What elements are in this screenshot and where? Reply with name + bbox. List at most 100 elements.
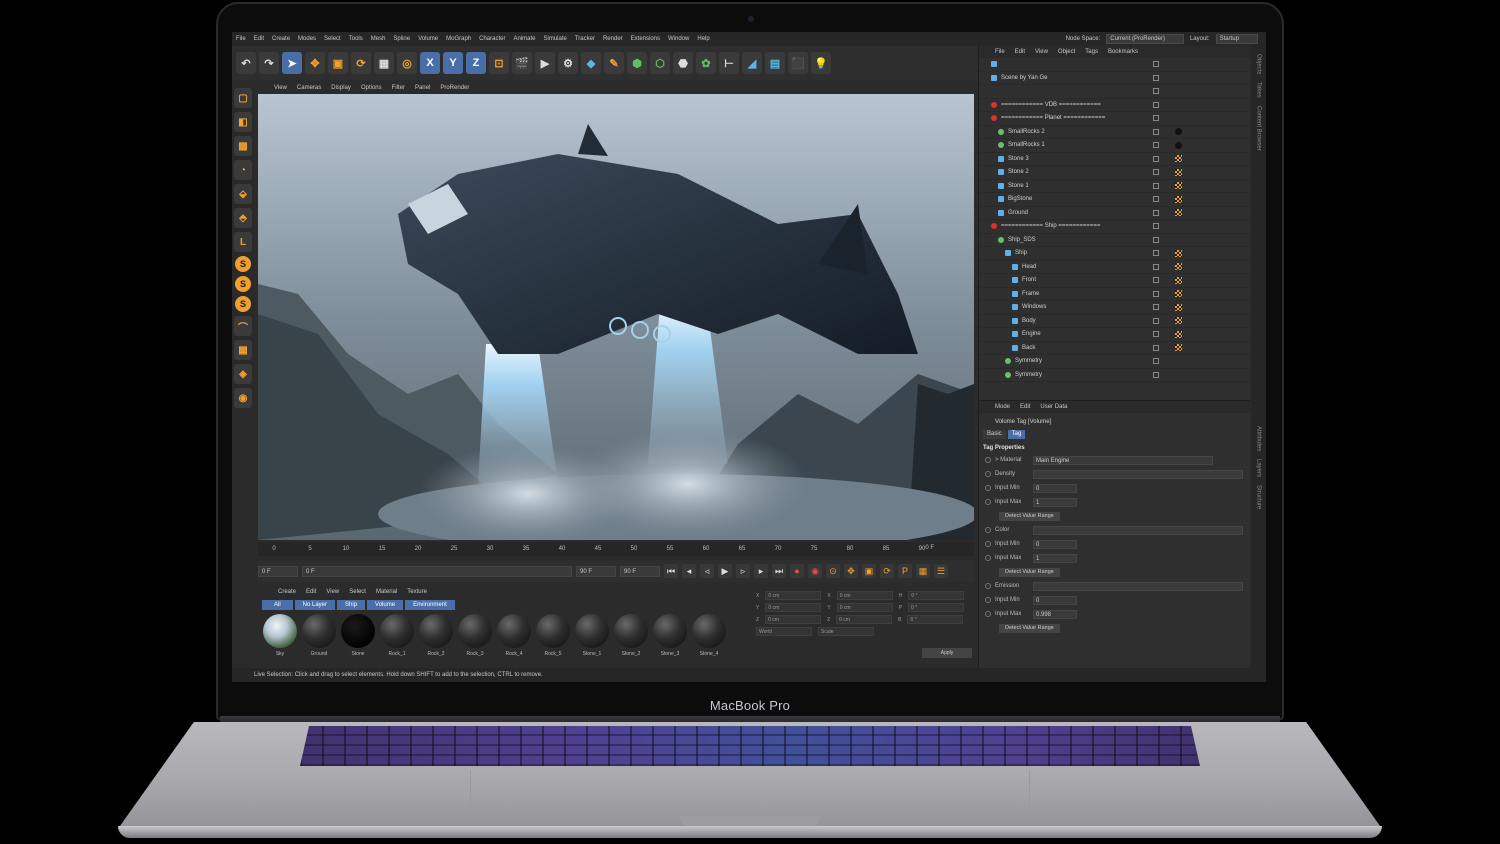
visibility-check-icon[interactable] [1153, 290, 1159, 297]
material-item[interactable]: Rock_5 [535, 614, 571, 657]
viewport-menu-options[interactable]: Options [361, 85, 382, 91]
rotate-icon[interactable]: ⟳ [351, 52, 371, 74]
material-tag-icon[interactable] [1175, 290, 1182, 298]
cloner-icon[interactable]: ⬣ [673, 52, 693, 74]
quantize-icon[interactable]: S [235, 296, 251, 312]
group-gradient-field[interactable] [1033, 469, 1243, 479]
mograph-icon[interactable]: ✿ [696, 52, 716, 74]
make-editable-icon[interactable]: ▢ [234, 88, 252, 108]
material-item[interactable]: Rock_4 [496, 614, 532, 657]
render-view-icon[interactable]: ▶ [535, 52, 555, 74]
material-menu-material[interactable]: Material [376, 589, 397, 595]
object-menu-tags[interactable]: Tags [1085, 49, 1098, 55]
material-item[interactable]: Stone_2 [613, 614, 649, 657]
material-tag-icon[interactable] [1175, 276, 1182, 284]
menu-render[interactable]: Render [599, 36, 627, 42]
object-row[interactable]: Body [979, 315, 1250, 328]
visibility-check-icon[interactable] [1153, 142, 1159, 149]
object-row[interactable] [979, 58, 1250, 72]
axis-lock-icon[interactable]: ◈ [234, 364, 252, 384]
visibility-check-icon[interactable] [1153, 223, 1159, 230]
material-item[interactable]: Stone [340, 614, 376, 657]
material-tag-icon[interactable] [1175, 249, 1182, 257]
menu-select[interactable]: Select [320, 36, 345, 42]
object-menu-edit[interactable]: Edit [1015, 49, 1025, 55]
edges-mode-icon[interactable]: ⬘ [234, 208, 252, 228]
visibility-check-icon[interactable] [1153, 331, 1159, 338]
object-row[interactable]: Engine [979, 328, 1250, 342]
next-key-icon[interactable]: ▸ [754, 564, 768, 578]
scale-icon[interactable]: ▣ [328, 52, 348, 74]
object-row[interactable] [979, 85, 1250, 99]
timeline-window-icon[interactable]: ☰ [934, 564, 948, 578]
input-max-field[interactable]: 0.998 [1033, 609, 1077, 619]
visibility-check-icon[interactable] [1153, 169, 1159, 176]
keyframe-selection-icon[interactable]: ⊙ [826, 564, 840, 578]
rotation-key-icon[interactable]: ⟳ [880, 564, 894, 578]
viewport-menu-display[interactable]: Display [331, 85, 351, 91]
visibility-check-icon[interactable] [1153, 317, 1159, 324]
material-menu-edit[interactable]: Edit [306, 589, 316, 595]
visibility-check-icon[interactable] [1153, 250, 1159, 257]
transform-icon[interactable]: ▦ [374, 52, 394, 74]
material-item[interactable]: Rock_2 [418, 614, 454, 657]
material-tag-icon[interactable] [1175, 303, 1182, 311]
visibility-check-icon[interactable] [1153, 371, 1159, 378]
material-field[interactable]: Main Engine [1033, 455, 1213, 465]
coordinate-field[interactable]: 0 ° [908, 603, 965, 612]
record-icon[interactable]: ● [790, 564, 804, 578]
layout-select[interactable]: Startup [1215, 34, 1258, 44]
max-frame-field[interactable]: 90 F [620, 565, 660, 577]
visibility-check-icon[interactable] [1153, 196, 1159, 203]
input-min-field[interactable]: 0 [1033, 539, 1077, 549]
group-gradient-field[interactable] [1033, 525, 1243, 535]
side-tab-content-browser[interactable]: Content Browser [1256, 106, 1262, 151]
snap-icon[interactable]: S [235, 256, 251, 272]
visibility-check-icon[interactable] [1153, 263, 1159, 270]
x-axis-button[interactable]: X [420, 52, 440, 74]
go-to-end-icon[interactable]: ⏭ [772, 564, 786, 578]
menu-simulate[interactable]: Simulate [540, 36, 571, 42]
material-tab-all[interactable]: All [262, 600, 293, 610]
material-item[interactable]: Ground [301, 614, 337, 657]
material-item[interactable]: Rock_3 [457, 614, 493, 657]
menu-tools[interactable]: Tools [345, 36, 367, 42]
menu-create[interactable]: Create [268, 36, 294, 42]
viewport[interactable] [258, 94, 974, 540]
visibility-check-icon[interactable] [1153, 182, 1159, 189]
cube-icon[interactable]: ◆ [581, 52, 601, 74]
menu-animate[interactable]: Animate [509, 36, 539, 42]
object-row[interactable]: Frame [979, 288, 1250, 301]
floor-icon[interactable]: ▤ [765, 52, 785, 74]
pen-icon[interactable]: ✎ [604, 52, 624, 74]
material-menu-create[interactable]: Create [278, 589, 296, 595]
object-row[interactable]: Head [979, 261, 1250, 274]
coordinate-field[interactable]: 0 cm [836, 603, 893, 612]
timeline[interactable]: 0 5 10 15 20 25 30 35 40 45 50 55 60 65 70 75 80 85 90 0 F [258, 542, 974, 556]
menu-tracker[interactable]: Tracker [571, 36, 599, 42]
model-mode-icon[interactable]: ◧ [234, 112, 252, 132]
side-tab-layers[interactable]: Layers [1256, 459, 1262, 477]
end-frame-field[interactable]: 90 F [576, 565, 616, 577]
menu-spline[interactable]: Spline [389, 36, 414, 42]
object-row[interactable]: Back [979, 342, 1250, 355]
play-icon[interactable]: ▶ [718, 564, 732, 578]
camera-object-icon[interactable]: ⬛ [788, 52, 808, 74]
coordinate-field[interactable]: 0 ° [908, 591, 965, 600]
material-tag-icon[interactable] [1175, 330, 1182, 338]
material-menu-select[interactable]: Select [349, 589, 366, 595]
deformer-icon[interactable]: ⊢ [719, 52, 739, 74]
side-tab-objects[interactable]: Objects [1256, 54, 1262, 74]
coordinate-field[interactable]: 0 cm [765, 591, 822, 600]
render-settings-icon[interactable]: ⚙ [558, 52, 578, 74]
start-frame-field[interactable]: 0 F [302, 565, 572, 577]
object-row[interactable]: Front [979, 274, 1250, 288]
material-tab-environment[interactable]: Environment [405, 600, 455, 610]
material-tag-icon[interactable] [1175, 344, 1182, 352]
object-menu-file[interactable]: File [995, 49, 1005, 55]
viewport-menu-prorender[interactable]: ProRender [440, 85, 469, 91]
menu-file[interactable]: File [232, 36, 250, 42]
subdivision-icon[interactable]: ⬢ [627, 52, 647, 74]
material-tab-volume[interactable]: Volume [367, 600, 404, 610]
volume-tag-icon[interactable] [1175, 128, 1182, 136]
